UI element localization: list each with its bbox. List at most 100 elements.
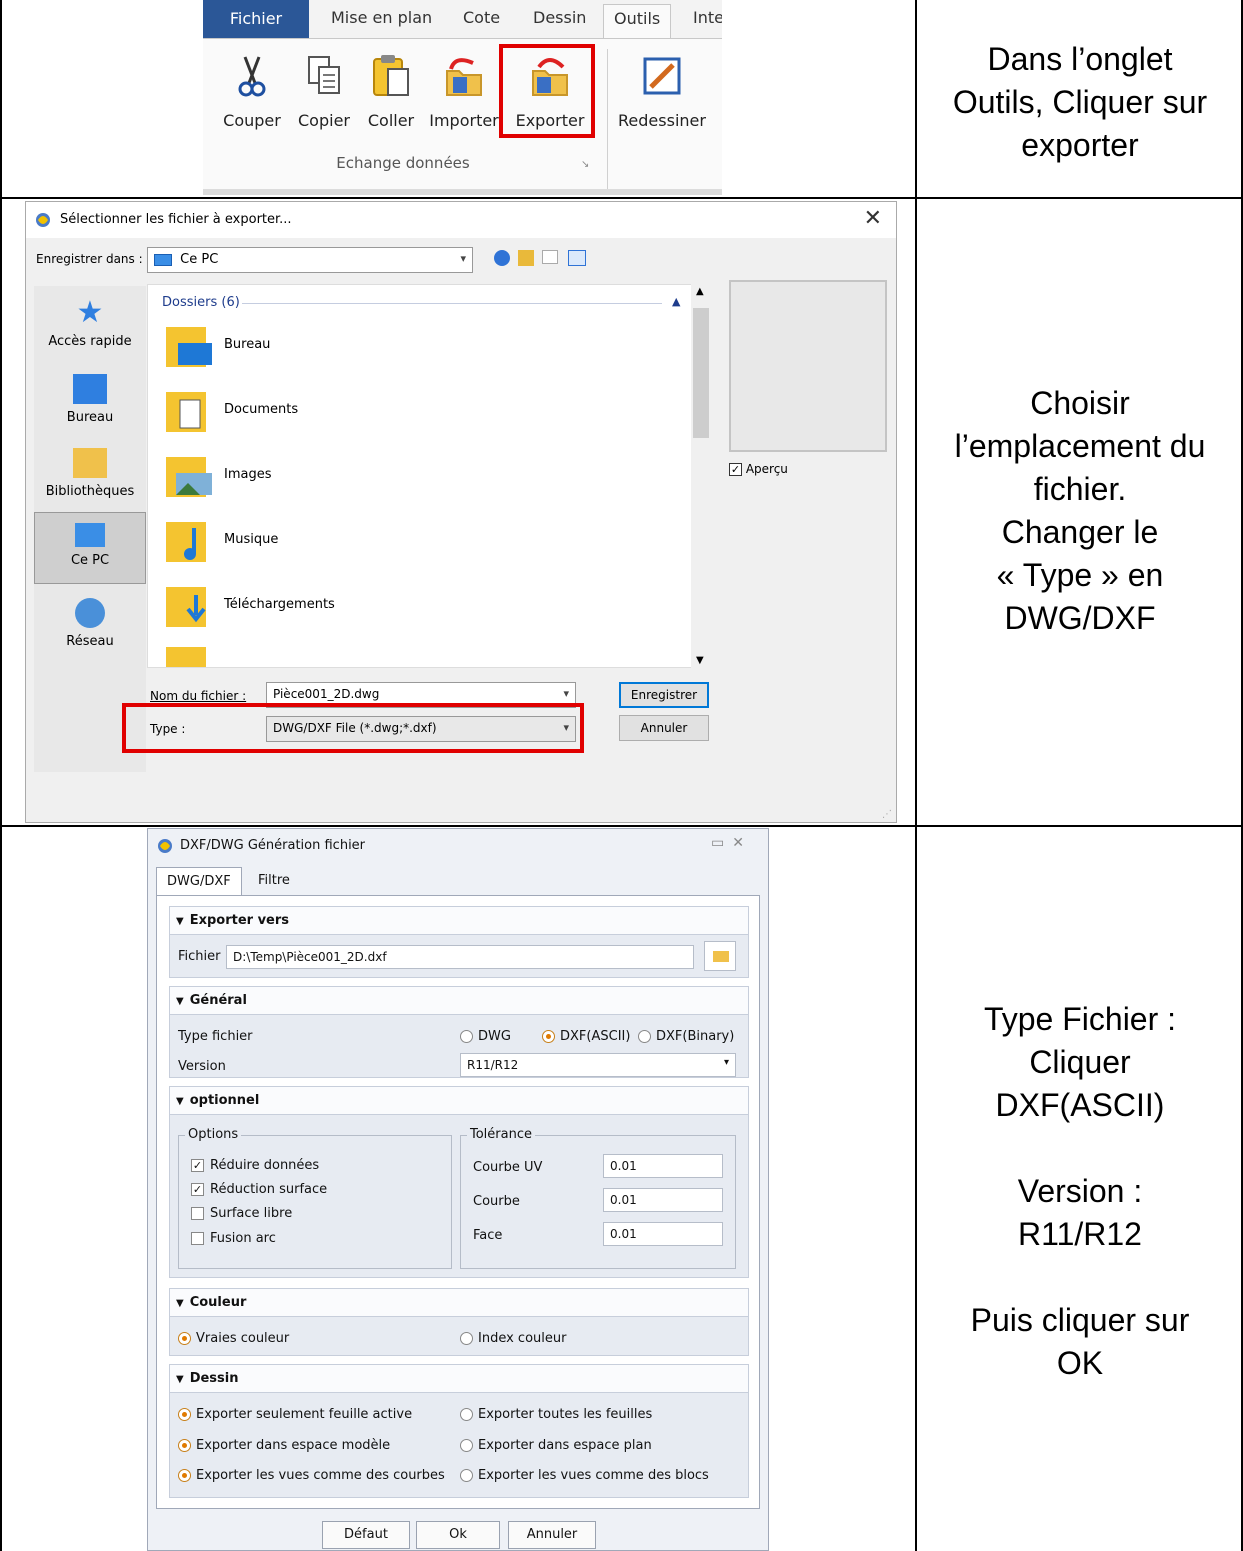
file-label: Fichier [178, 949, 221, 964]
drawing-section: ▼ Dessin Exporter seulement feuille activ… [169, 1364, 749, 1498]
ribbon-screenshot: Fichier Mise en plan Cote Dessin Outils … [203, 0, 722, 195]
radio-espace-plan[interactable]: Exporter dans espace plan [460, 1438, 652, 1453]
radio-selected-icon [178, 1332, 191, 1345]
ok-button[interactable]: Ok [416, 1521, 500, 1549]
radio-espace-modele[interactable]: Exporter dans espace modèle [178, 1438, 390, 1453]
general-section-header[interactable]: ▼ Général [170, 987, 748, 1015]
filename-label: Nom du fichier : [150, 689, 247, 703]
checkbox-fusion-arc[interactable]: Fusion arc [191, 1231, 276, 1246]
version-select[interactable]: R11/R12 ▾ [460, 1053, 736, 1077]
redraw-icon [643, 57, 681, 95]
copy-icon [308, 56, 340, 94]
optional-section-header[interactable]: ▼ optionnel [170, 1087, 748, 1115]
color-section-header[interactable]: ▼ Couleur [170, 1289, 748, 1317]
save-button[interactable]: Enregistrer [619, 682, 709, 708]
tab-dwg-dxf[interactable]: DWG/DXF [156, 867, 242, 895]
radio-vues-blocs[interactable]: Exporter les vues comme des blocs [460, 1468, 709, 1483]
save-dialog-title: Sélectionner les fichier à exporter... [60, 212, 292, 227]
preview-pane [729, 280, 887, 452]
coller-button[interactable]: Coller [356, 53, 426, 130]
collapse-icon[interactable]: ▲ [672, 295, 680, 308]
tab-fichier[interactable]: Fichier [203, 0, 309, 38]
collapse-triangle-icon: ▼ [176, 1298, 184, 1309]
tab-outils[interactable]: Outils [603, 4, 672, 38]
instruction-step-3: Type Fichier : Cliquer DXF(ASCII) Versio… [970, 1001, 1190, 1381]
export-section-header[interactable]: ▼ Exporter vers [170, 907, 748, 935]
couper-label: Couper [223, 111, 281, 130]
dialog-launcher-icon[interactable]: ↘ [581, 159, 589, 170]
radio-dxf-ascii[interactable]: DXF(ASCII) [542, 1029, 630, 1044]
up-folder-icon[interactable] [518, 250, 534, 266]
tolerance-courbe-uv-input[interactable]: 0.01 [603, 1154, 723, 1178]
options-group: Options ✓ Réduire données ✓ Réduction surf… [178, 1127, 452, 1269]
tolerance-face-input[interactable]: 0.01 [603, 1222, 723, 1246]
preview-checkbox[interactable]: ✓ Aperçu [729, 462, 788, 476]
radio-vraies-couleur[interactable]: Vraies couleur [178, 1331, 289, 1346]
window-controls-icon[interactable]: ▭✕ [711, 835, 752, 851]
place-bureau[interactable]: Bureau [34, 374, 146, 425]
dxf-dialog-titlebar: DXF/DWG Génération fichier ▭✕ [148, 829, 768, 863]
scrollbar-thumb[interactable] [693, 308, 709, 438]
instruction-step-2: Choisir l’emplacement du fichier. Change… [954, 385, 1206, 636]
tab-cote[interactable]: Cote [463, 8, 500, 27]
tab-dessin[interactable]: Dessin [533, 8, 586, 27]
radio-selected-icon [542, 1030, 555, 1043]
places-bar: ★ Accès rapide Bureau Bibliothèques Ce P… [34, 286, 146, 772]
radio-dwg[interactable]: DWG [460, 1029, 511, 1044]
view-menu-icon[interactable] [568, 250, 586, 266]
file-path-input[interactable]: D:\Temp\Pièce001_2D.dxf [226, 945, 694, 969]
importer-button[interactable]: Importer [429, 53, 499, 130]
tab-inte[interactable]: Inte [693, 8, 722, 27]
radio-toutes-feuilles[interactable]: Exporter toutes les feuilles [460, 1407, 652, 1422]
ribbon-body: Couper Copier Coller Importer Exporter E… [203, 38, 722, 195]
place-ce-pc[interactable]: Ce PC [34, 512, 146, 584]
new-folder-icon[interactable] [542, 250, 558, 264]
folder-desktop-icon [166, 327, 212, 367]
radio-index-couleur[interactable]: Index couleur [460, 1331, 566, 1346]
checkbox-surface-libre[interactable]: Surface libre [191, 1206, 292, 1221]
checkbox-reduction-surface[interactable]: ✓ Réduction surface [191, 1182, 327, 1197]
defaut-button[interactable]: Défaut [322, 1521, 410, 1549]
ribbon-group-separator [607, 49, 608, 189]
back-icon[interactable] [494, 250, 510, 266]
place-reseau[interactable]: Réseau [34, 598, 146, 649]
tolerance-courbe-label: Courbe [473, 1194, 520, 1209]
app-logo-icon [158, 839, 172, 853]
options-group-label: Options [185, 1127, 242, 1142]
type-highlight-box [122, 703, 584, 753]
dxf-dwg-dialog: DXF/DWG Génération fichier ▭✕ DWG/DXF Fi… [147, 828, 769, 1551]
location-select[interactable]: Ce PC ▾ [147, 247, 473, 273]
scroll-down-icon[interactable]: ▼ [696, 655, 704, 666]
scroll-up-icon[interactable]: ▲ [696, 286, 704, 297]
place-bibliotheques[interactable]: Bibliothèques [34, 448, 146, 499]
folders-group-header[interactable]: Dossiers (6) [162, 295, 240, 310]
color-section: ▼ Couleur Vraies couleur Index couleur [169, 1288, 749, 1356]
table-border-left [0, 0, 2, 1551]
tolerance-courbe-uv-label: Courbe UV [473, 1160, 543, 1175]
close-icon[interactable]: ✕ [864, 206, 882, 231]
copier-button[interactable]: Copier [289, 53, 359, 130]
radio-feuille-active[interactable]: Exporter seulement feuille active [178, 1407, 412, 1422]
file-list-scrollbar[interactable]: ▲ ▼ [691, 284, 711, 668]
couper-button[interactable]: Couper [217, 53, 287, 130]
redessiner-button[interactable]: Redessiner [617, 53, 707, 130]
checkbox-reduire-donnees[interactable]: ✓ Réduire données [191, 1158, 319, 1173]
tab-filtre[interactable]: Filtre [248, 867, 300, 895]
redessiner-label: Redessiner [618, 111, 706, 130]
place-acces-rapide[interactable]: ★ Accès rapide [34, 295, 146, 350]
cancel-button[interactable]: Annuler [619, 715, 709, 741]
radio-dxf-binary[interactable]: DXF(Binary) [638, 1029, 734, 1044]
radio-vues-courbes[interactable]: Exporter les vues comme des courbes [178, 1468, 445, 1483]
star-icon: ★ [76, 295, 104, 330]
collapse-triangle-icon: ▼ [176, 996, 184, 1007]
instruction-step-1: Dans l’onglet Outils, Cliquer sur export… [952, 41, 1208, 163]
dxf-dialog-title: DXF/DWG Génération fichier [180, 838, 366, 853]
tolerance-group: Tolérance Courbe UV 0.01 Courbe 0.01 Fac… [460, 1127, 736, 1269]
tolerance-courbe-input[interactable]: 0.01 [603, 1188, 723, 1212]
annuler-button[interactable]: Annuler [508, 1521, 596, 1549]
drawing-section-header[interactable]: ▼ Dessin [170, 1365, 748, 1393]
tab-mise-en-plan[interactable]: Mise en plan [331, 8, 432, 27]
browse-folder-icon[interactable] [704, 941, 736, 971]
chevron-down-icon: ▾ [460, 252, 466, 265]
resize-grip-icon[interactable]: ⋰ [882, 809, 892, 820]
